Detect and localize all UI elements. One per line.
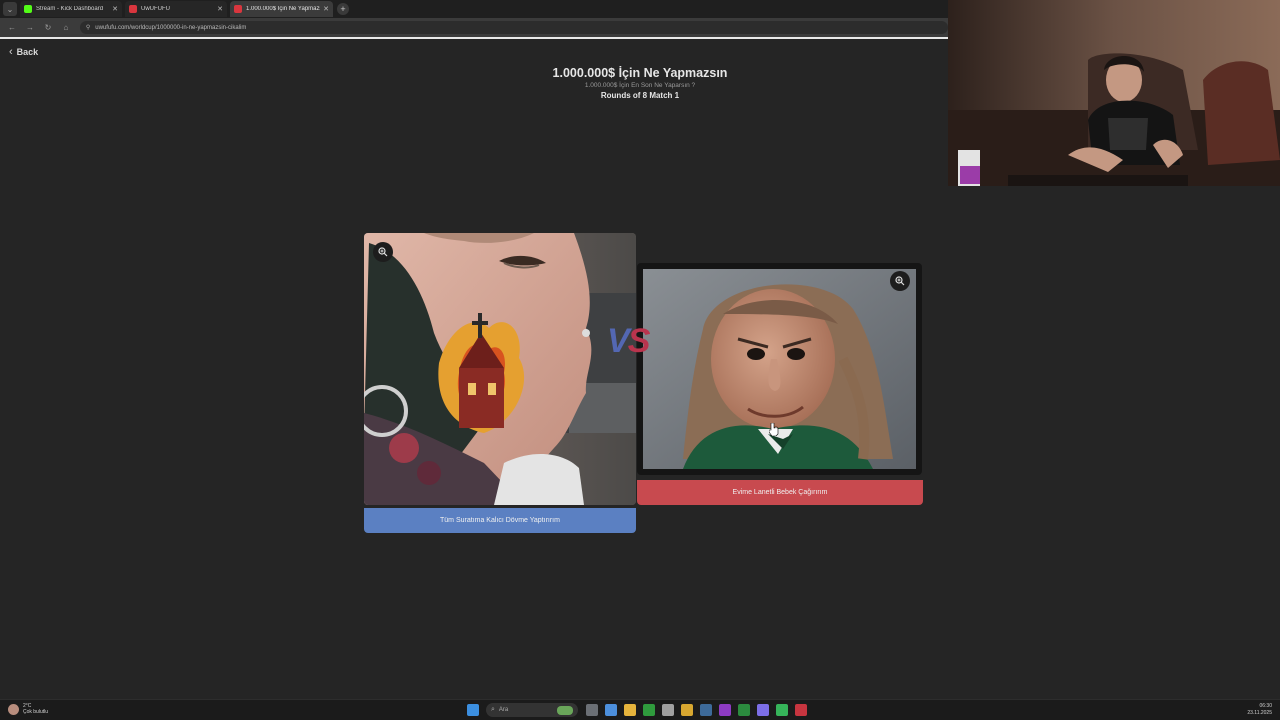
tab-title: Stream - Kick Dashboard <box>36 6 104 12</box>
right-choice-image[interactable] <box>637 263 922 475</box>
webcam-image <box>948 0 1280 186</box>
browser-tab-strip: ⌄ Stream - Kick Dashboard ✕ UwUFUFU ✕ 1.… <box>0 0 948 18</box>
browser-tab-2[interactable]: UwUFUFU ✕ <box>125 1 227 17</box>
uwufufu-favicon-icon <box>129 5 137 13</box>
back-button[interactable]: ‹ Back <box>9 46 38 58</box>
left-choice-image[interactable] <box>364 233 636 505</box>
uwufufu-favicon-icon <box>234 5 242 13</box>
steam-icon[interactable] <box>700 704 712 716</box>
file-explorer-icon[interactable] <box>624 704 636 716</box>
clock-time: 06:30 <box>1259 703 1272 709</box>
purple-app-icon[interactable] <box>719 704 731 716</box>
taskbar-apps: ⌕ Ara <box>467 703 814 717</box>
search-placeholder: Ara <box>498 707 509 713</box>
copilot-icon[interactable] <box>605 704 617 716</box>
cursed-doll-photo <box>643 269 916 469</box>
system-clock[interactable]: 06:30 23.11.2025 <box>1247 703 1272 717</box>
store-icon[interactable] <box>662 704 674 716</box>
clock-date: 23.11.2025 <box>1247 710 1272 716</box>
forward-arrow-icon[interactable]: → <box>24 22 36 34</box>
back-label: Back <box>16 47 39 57</box>
spotify-icon[interactable] <box>776 704 788 716</box>
right-choice-button[interactable]: Evime Lanetli Bebek Çağırırım <box>637 480 923 505</box>
right-choice-label: Evime Lanetli Bebek Çağırırım <box>732 489 828 496</box>
weather-widget[interactable]: 2°C Çok bulutlu <box>8 703 48 715</box>
discord-icon[interactable] <box>757 704 769 716</box>
face-tattoo-photo <box>364 233 636 505</box>
back-arrow-icon[interactable]: ← <box>6 22 18 34</box>
url-text: uwufufu.com/worldcup/1000000-in-ne-yapma… <box>95 24 247 31</box>
zoom-in-icon[interactable] <box>373 242 393 262</box>
chrome-icon[interactable] <box>681 704 693 716</box>
tab-close-icon[interactable]: ✕ <box>217 5 223 13</box>
task-view-icon[interactable] <box>586 704 598 716</box>
tab-title: UwUFUFU <box>141 6 170 12</box>
tab-close-icon[interactable]: ✕ <box>112 5 118 13</box>
zoom-in-icon[interactable] <box>890 271 910 291</box>
tab-search-icon[interactable]: ⌄ <box>3 2 17 16</box>
cloud-icon <box>8 703 19 715</box>
left-choice-button[interactable]: Tüm Suratıma Kalıcı Dövme Yaptırırım <box>364 508 636 533</box>
xbox-app-icon[interactable] <box>738 704 750 716</box>
reload-icon[interactable]: ↻ <box>42 22 54 34</box>
home-icon[interactable]: ⌂ <box>60 22 72 34</box>
left-choice-label: Tüm Suratıma Kalıcı Dövme Yaptırırım <box>440 517 560 524</box>
vs-badge: VS <box>607 322 650 360</box>
opera-icon[interactable] <box>795 704 807 716</box>
hand-cursor-icon <box>769 423 779 436</box>
url-field[interactable]: ⚲ uwufufu.com/worldcup/1000000-in-ne-yap… <box>79 21 948 34</box>
site-info-icon[interactable]: ⚲ <box>86 24 90 31</box>
chevron-left-icon: ‹ <box>9 46 13 58</box>
bing-badge-icon <box>557 705 573 715</box>
tab-title: 1.000.000$ İçin Ne Yapmazsın <box>246 6 321 12</box>
weather-desc: Çok bulutlu <box>23 709 49 715</box>
address-bar-row: ← → ↻ ⌂ ⚲ uwufufu.com/worldcup/1000000-i… <box>0 18 948 37</box>
tab-close-icon[interactable]: ✕ <box>323 5 329 13</box>
windows-taskbar: 2°C Çok bulutlu ⌕ Ara 06:30 23.11.2025 <box>0 699 1280 720</box>
taskbar-search[interactable]: ⌕ Ara <box>486 703 578 717</box>
search-icon: ⌕ <box>491 706 495 713</box>
windows-start-icon[interactable] <box>467 704 479 716</box>
streamer-webcam <box>948 0 1280 186</box>
new-tab-icon[interactable]: + <box>337 3 349 15</box>
browser-tab-3[interactable]: 1.000.000$ İçin Ne Yapmazsın ✕ <box>230 1 333 17</box>
kick-favicon-icon <box>24 5 32 13</box>
xbox-icon[interactable] <box>643 704 655 716</box>
browser-tab-1[interactable]: Stream - Kick Dashboard ✕ <box>20 1 122 17</box>
divider <box>0 37 948 39</box>
